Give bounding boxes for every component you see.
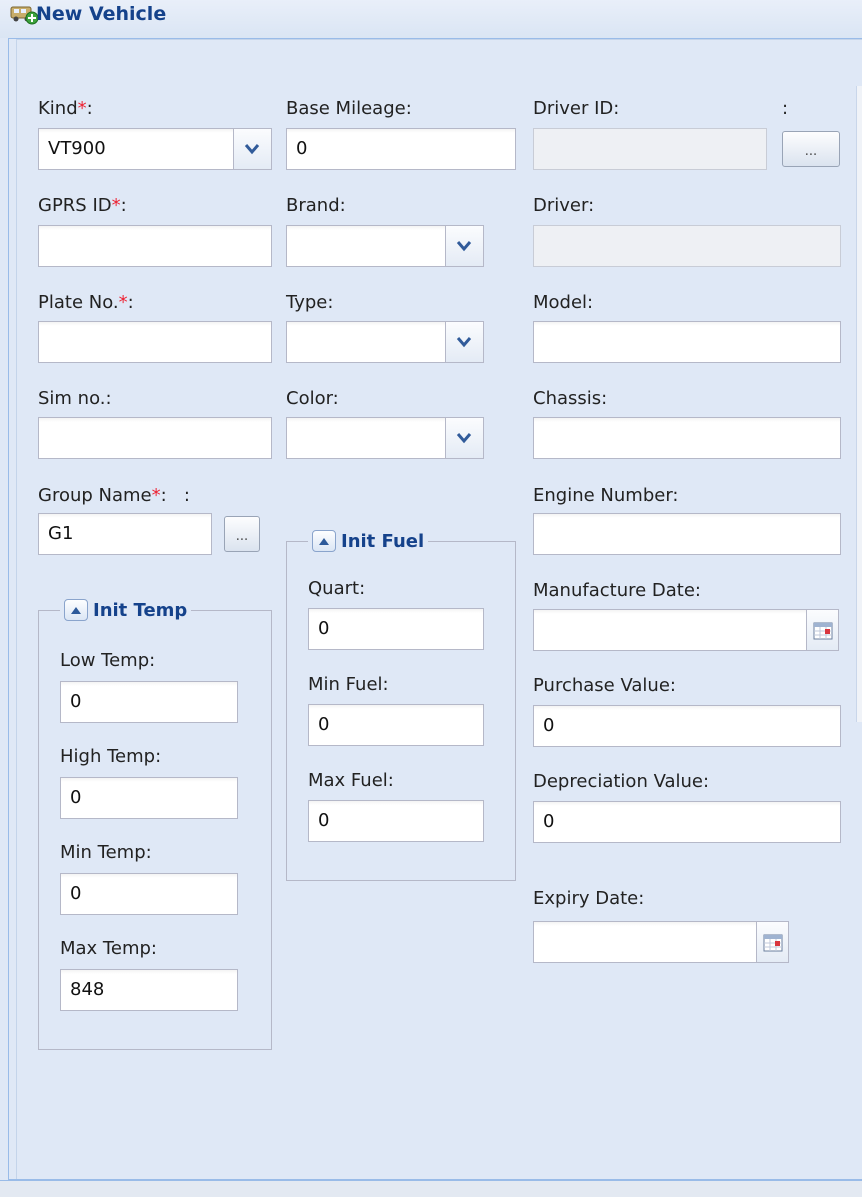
init-temp-legend: Init Temp — [60, 596, 192, 624]
model-input[interactable] — [533, 321, 841, 363]
panel-footer — [0, 1180, 862, 1197]
chevron-down-icon — [456, 337, 472, 348]
window-title: New Vehicle — [36, 3, 167, 25]
sim-no-label: Sim no.: — [38, 388, 112, 409]
driver-input[interactable] — [533, 225, 841, 267]
model-label: Model: — [533, 292, 594, 313]
window-titlebar: New Vehicle — [0, 0, 862, 38]
chassis-label: Chassis: — [533, 388, 608, 409]
min-fuel-label: Min Fuel: — [308, 674, 389, 695]
min-temp-label: Min Temp: — [60, 842, 152, 863]
type-dropdown-button[interactable] — [446, 321, 484, 363]
collapse-init-temp-button[interactable] — [64, 599, 88, 621]
purchase-value-label: Purchase Value: — [533, 675, 676, 696]
triangle-up-icon — [319, 538, 329, 545]
manufacture-date-input[interactable] — [533, 609, 807, 651]
sim-no-input[interactable] — [38, 417, 272, 459]
group-name-label: Group Name*: : — [38, 485, 190, 506]
kind-label: Kind*: — [38, 98, 93, 119]
driver-id-input[interactable] — [533, 128, 767, 170]
expiry-date-label: Expiry Date: — [533, 888, 645, 909]
kind-dropdown-button[interactable] — [234, 128, 272, 170]
color-combo-input[interactable] — [286, 417, 446, 459]
required-marker: * — [151, 485, 161, 506]
color-label: Color: — [286, 388, 339, 409]
chevron-down-icon — [456, 241, 472, 252]
low-temp-input[interactable]: 0 — [60, 681, 238, 723]
high-temp-label: High Temp: — [60, 746, 162, 767]
manufacture-date-label: Manufacture Date: — [533, 580, 701, 601]
required-marker: * — [111, 195, 121, 216]
required-marker: * — [77, 98, 87, 119]
gprs-id-label: GPRS ID*: — [38, 195, 127, 216]
max-temp-input[interactable]: 848 — [60, 969, 238, 1011]
quart-input[interactable]: 0 — [308, 608, 484, 650]
init-fuel-title: Init Fuel — [341, 530, 425, 552]
quart-label: Quart: — [308, 578, 366, 599]
max-fuel-label: Max Fuel: — [308, 770, 394, 791]
init-temp-title: Init Temp — [93, 599, 188, 621]
depreciation-value-label: Depreciation Value: — [533, 771, 710, 792]
kind-combo-input[interactable]: VT900 — [38, 128, 234, 170]
manufacture-date-picker-button[interactable] — [807, 609, 839, 651]
color-dropdown-button[interactable] — [446, 417, 484, 459]
type-label: Type: — [286, 292, 334, 313]
min-fuel-input[interactable]: 0 — [308, 704, 484, 746]
brand-dropdown-button[interactable] — [446, 225, 484, 267]
low-temp-label: Low Temp: — [60, 650, 156, 671]
brand-label: Brand: — [286, 195, 346, 216]
depreciation-value-input[interactable]: 0 — [533, 801, 841, 843]
purchase-value-input[interactable]: 0 — [533, 705, 841, 747]
calendar-icon — [813, 622, 833, 640]
gprs-id-input[interactable] — [38, 225, 272, 267]
plate-no-input[interactable] — [38, 321, 272, 363]
collapse-init-fuel-button[interactable] — [312, 530, 336, 552]
group-name-input[interactable]: G1 — [38, 513, 212, 555]
required-marker: * — [118, 292, 128, 313]
engine-number-label: Engine Number: — [533, 485, 679, 506]
chassis-input[interactable] — [533, 417, 841, 459]
max-temp-label: Max Temp: — [60, 938, 157, 959]
engine-number-input[interactable] — [533, 513, 841, 555]
chevron-down-icon — [244, 144, 260, 155]
type-combo-input[interactable] — [286, 321, 446, 363]
min-temp-input[interactable]: 0 — [60, 873, 238, 915]
max-fuel-input[interactable]: 0 — [308, 800, 484, 842]
base-mileage-input[interactable]: 0 — [286, 128, 516, 170]
calendar-icon — [763, 934, 783, 952]
driver-id-label: Driver ID: — [533, 98, 620, 119]
vertical-scrollbar[interactable] — [856, 86, 862, 722]
plate-no-label: Plate No.*: — [38, 292, 134, 313]
group-name-browse-button[interactable]: ... — [224, 516, 260, 552]
driver-id-browse-button[interactable]: ... — [782, 131, 840, 167]
driver-label: Driver: — [533, 195, 595, 216]
driver-id-colon: : — [782, 98, 789, 119]
base-mileage-label: Base Mileage: — [286, 98, 412, 119]
triangle-up-icon — [71, 607, 81, 614]
high-temp-input[interactable]: 0 — [60, 777, 238, 819]
chevron-down-icon — [456, 433, 472, 444]
brand-combo-input[interactable] — [286, 225, 446, 267]
expiry-date-picker-button[interactable] — [757, 921, 789, 963]
init-fuel-legend: Init Fuel — [308, 527, 429, 555]
expiry-date-input[interactable] — [533, 921, 757, 963]
